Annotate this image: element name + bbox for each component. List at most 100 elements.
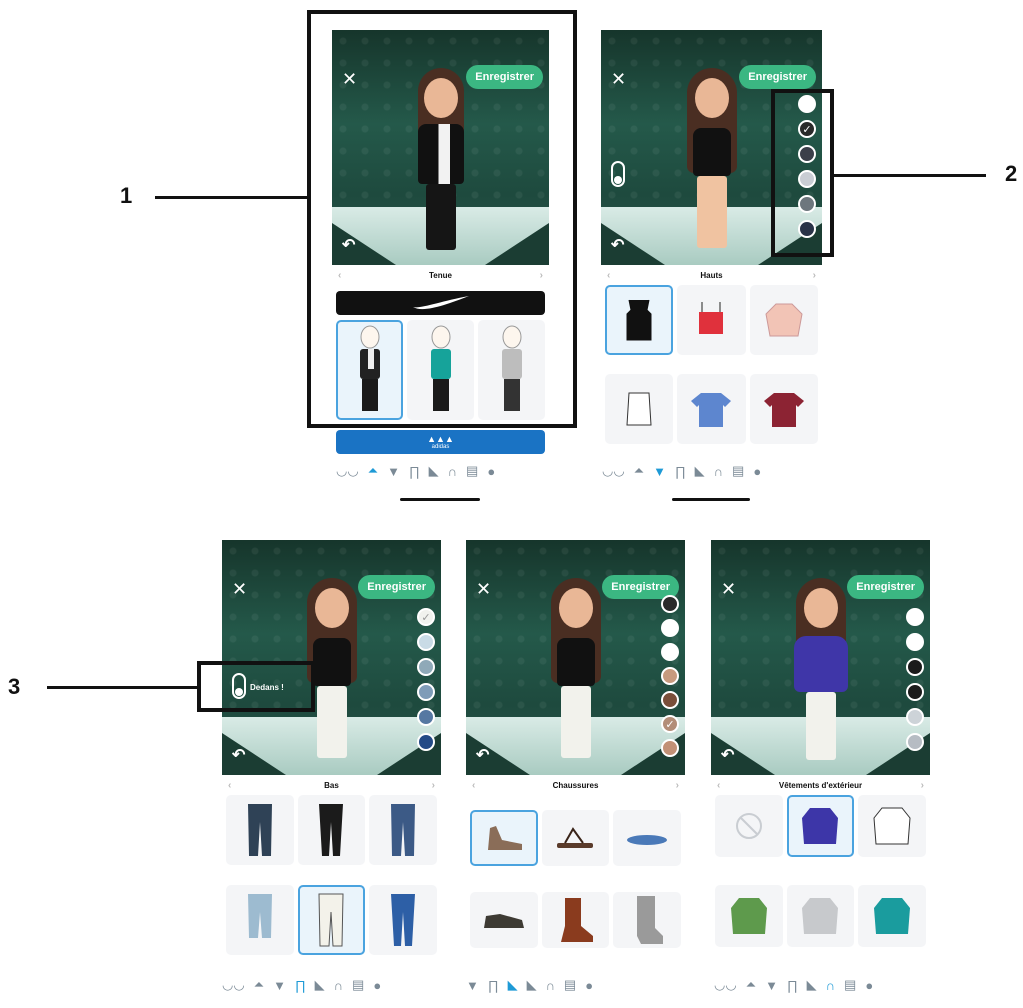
item-loafer-dark[interactable]	[470, 892, 538, 948]
socks-icon[interactable]: ◣	[527, 977, 537, 993]
shoe-icon[interactable]: ◣	[508, 977, 518, 993]
prev-category-icon[interactable]: ‹	[711, 780, 726, 791]
close-icon[interactable]: ✕	[611, 70, 626, 88]
color-swatch[interactable]	[906, 658, 924, 676]
item-leggings-black[interactable]	[297, 795, 366, 865]
hanger-icon[interactable]: ⏶	[634, 463, 644, 479]
item-tank-black[interactable]	[605, 285, 674, 355]
locker-icon[interactable]: ▤	[564, 977, 576, 993]
close-icon[interactable]: ✕	[721, 580, 736, 598]
tshirt-icon[interactable]: ▼	[466, 978, 479, 993]
color-swatch[interactable]	[906, 733, 924, 751]
item-thong-sandal[interactable]	[541, 810, 610, 866]
prev-category-icon[interactable]: ‹	[222, 780, 237, 791]
pants-icon[interactable]: ∏	[409, 464, 420, 479]
item-crop-white[interactable]	[605, 373, 674, 444]
prev-category-icon[interactable]: ‹	[601, 270, 616, 281]
item-none[interactable]	[715, 795, 783, 857]
item-flipflop-blue[interactable]	[613, 810, 681, 866]
pants-icon[interactable]: ∏	[295, 978, 306, 993]
item-jeans-navy[interactable]	[369, 795, 437, 865]
color-swatch-selected[interactable]: ✓	[661, 715, 679, 733]
checkmark-icon[interactable]: ●	[585, 978, 593, 993]
prev-category-icon[interactable]: ‹	[466, 780, 481, 791]
item-jeans-blue[interactable]	[369, 884, 437, 955]
jacket-icon[interactable]: ∩	[546, 978, 555, 993]
tshirt-icon[interactable]: ▼	[273, 978, 286, 993]
shoe-icon[interactable]: ◣	[429, 463, 439, 479]
pants-icon[interactable]: ∏	[488, 978, 499, 993]
color-swatch[interactable]	[661, 667, 679, 685]
save-button[interactable]: Enregistrer	[358, 575, 435, 599]
hanger-icon[interactable]: ⏶	[746, 977, 756, 993]
item-jacket-teal[interactable]	[858, 884, 926, 947]
bra-icon[interactable]: ◡◡	[336, 463, 359, 479]
hanger-icon[interactable]: ⏶	[254, 977, 264, 993]
item-hoodie-grey[interactable]	[786, 884, 855, 947]
close-icon[interactable]: ✕	[476, 580, 491, 598]
close-icon[interactable]: ✕	[232, 580, 247, 598]
color-swatch[interactable]	[417, 658, 435, 676]
item-jeans-white[interactable]	[297, 884, 366, 955]
hanger-icon[interactable]: ⏶	[368, 463, 378, 479]
color-swatch[interactable]	[417, 708, 435, 726]
item-puffer-white[interactable]	[858, 795, 926, 857]
item-jacket-green[interactable]	[715, 884, 783, 947]
color-swatch[interactable]	[417, 633, 435, 651]
color-swatch[interactable]	[661, 739, 679, 757]
bra-icon[interactable]: ◡◡	[714, 977, 737, 993]
item-tee-burgundy[interactable]	[749, 373, 818, 444]
item-jeans-dark[interactable]	[226, 795, 294, 865]
undo-icon[interactable]: ↶	[611, 235, 624, 255]
item-tee-blue[interactable]	[677, 373, 746, 444]
color-swatch[interactable]	[661, 595, 679, 613]
shoe-icon[interactable]: ◣	[315, 977, 325, 993]
item-boot-grey[interactable]	[613, 892, 681, 948]
tshirt-icon[interactable]: ▼	[653, 464, 666, 479]
tshirt-icon[interactable]: ▼	[765, 978, 778, 993]
next-category-icon[interactable]: ›	[807, 270, 822, 281]
locker-icon[interactable]: ▤	[844, 977, 856, 993]
bra-icon[interactable]: ◡◡	[222, 977, 245, 993]
save-button[interactable]: Enregistrer	[847, 575, 924, 599]
item-boot-brown[interactable]	[541, 892, 610, 948]
color-swatch[interactable]	[417, 683, 435, 701]
tuck-toggle[interactable]	[611, 161, 625, 187]
item-tank-red[interactable]	[677, 285, 746, 355]
shoe-icon[interactable]: ◣	[695, 463, 705, 479]
jacket-icon[interactable]: ∩	[826, 978, 835, 993]
pants-icon[interactable]: ∏	[675, 464, 686, 479]
jacket-icon[interactable]: ∩	[448, 464, 457, 479]
color-swatch[interactable]	[906, 708, 924, 726]
item-sandal-brown[interactable]	[470, 810, 538, 866]
save-button[interactable]: Enregistrer	[739, 65, 816, 89]
color-swatch[interactable]	[661, 619, 679, 637]
color-swatch[interactable]	[906, 608, 924, 626]
undo-icon[interactable]: ↶	[232, 745, 245, 765]
jacket-icon[interactable]: ∩	[334, 978, 343, 993]
next-category-icon[interactable]: ›	[670, 780, 685, 791]
locker-icon[interactable]: ▤	[732, 463, 744, 479]
color-swatch[interactable]	[661, 643, 679, 661]
color-swatch-selected[interactable]: ✓	[417, 608, 435, 626]
color-swatch[interactable]	[906, 683, 924, 701]
color-swatch[interactable]	[417, 733, 435, 751]
locker-icon[interactable]: ▤	[352, 977, 364, 993]
checkmark-icon[interactable]: ●	[865, 978, 873, 993]
next-category-icon[interactable]: ›	[915, 780, 930, 791]
color-swatch[interactable]	[661, 691, 679, 709]
checkmark-icon[interactable]: ●	[487, 464, 495, 479]
item-puffer-purple[interactable]	[786, 795, 855, 857]
pants-icon[interactable]: ∏	[787, 978, 798, 993]
item-blouse-pink[interactable]	[749, 285, 818, 355]
tshirt-icon[interactable]: ▼	[387, 464, 400, 479]
color-swatch[interactable]	[906, 633, 924, 651]
adidas-banner[interactable]: ▲▲▲ adidas	[336, 430, 545, 454]
undo-icon[interactable]: ↶	[476, 745, 489, 765]
locker-icon[interactable]: ▤	[466, 463, 478, 479]
next-category-icon[interactable]: ›	[426, 780, 441, 791]
undo-icon[interactable]: ↶	[721, 745, 734, 765]
shoe-icon[interactable]: ◣	[807, 977, 817, 993]
checkmark-icon[interactable]: ●	[373, 978, 381, 993]
bra-icon[interactable]: ◡◡	[602, 463, 625, 479]
